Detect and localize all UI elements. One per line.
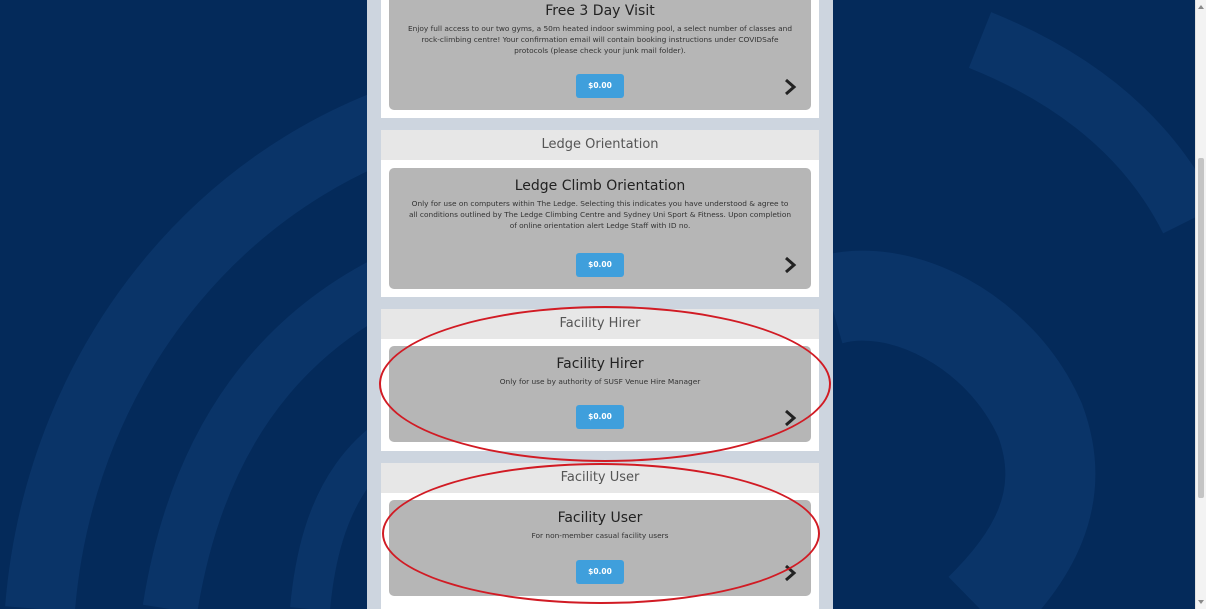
section-facility-hirer: Facility Hirer Facility Hirer Only for u… — [381, 309, 819, 451]
product-card[interactable]: Facility Hirer Only for use by authority… — [389, 346, 811, 442]
section-header: Facility Hirer — [381, 309, 819, 339]
card-description: Only for use by authority of SUSF Venue … — [499, 377, 701, 386]
product-list: Free 3 Day Visit Enjoy full access to ou… — [367, 0, 833, 609]
section-header: Facility User — [381, 463, 819, 493]
chevron-right-icon[interactable] — [783, 409, 797, 427]
scrollbar-thumb[interactable] — [1198, 158, 1204, 498]
section-facility-user: Facility User Facility User For non-memb… — [381, 463, 819, 609]
price-button[interactable]: $0.00 — [576, 253, 624, 277]
card-description: For non-member casual facility users — [531, 531, 669, 540]
section-free-visit: Free 3 Day Visit Enjoy full access to ou… — [381, 0, 819, 118]
price-button[interactable]: $0.00 — [576, 405, 624, 429]
card-description: Enjoy full access to our two gyms, a 50m… — [407, 24, 793, 55]
card-title: Facility User — [557, 510, 643, 526]
scroll-down-icon[interactable] — [1198, 600, 1204, 604]
product-card[interactable]: Ledge Climb Orientation Only for use on … — [389, 168, 811, 289]
chevron-right-icon[interactable] — [783, 564, 797, 582]
card-description: Only for use on computers within The Led… — [408, 199, 792, 230]
card-title: Ledge Climb Orientation — [514, 178, 686, 194]
product-card[interactable]: Free 3 Day Visit Enjoy full access to ou… — [389, 0, 811, 110]
chevron-right-icon[interactable] — [783, 256, 797, 274]
scrollbar[interactable] — [1195, 0, 1206, 609]
product-card[interactable]: Facility User For non-member casual faci… — [389, 500, 811, 596]
chevron-right-icon[interactable] — [783, 78, 797, 96]
price-button[interactable]: $0.00 — [576, 560, 624, 584]
card-title: Facility Hirer — [556, 356, 644, 372]
section-header: Ledge Orientation — [381, 130, 819, 160]
section-ledge-orientation: Ledge Orientation Ledge Climb Orientatio… — [381, 130, 819, 297]
card-title: Free 3 Day Visit — [545, 3, 655, 19]
scroll-up-icon[interactable] — [1198, 5, 1204, 9]
price-button[interactable]: $0.00 — [576, 74, 624, 98]
